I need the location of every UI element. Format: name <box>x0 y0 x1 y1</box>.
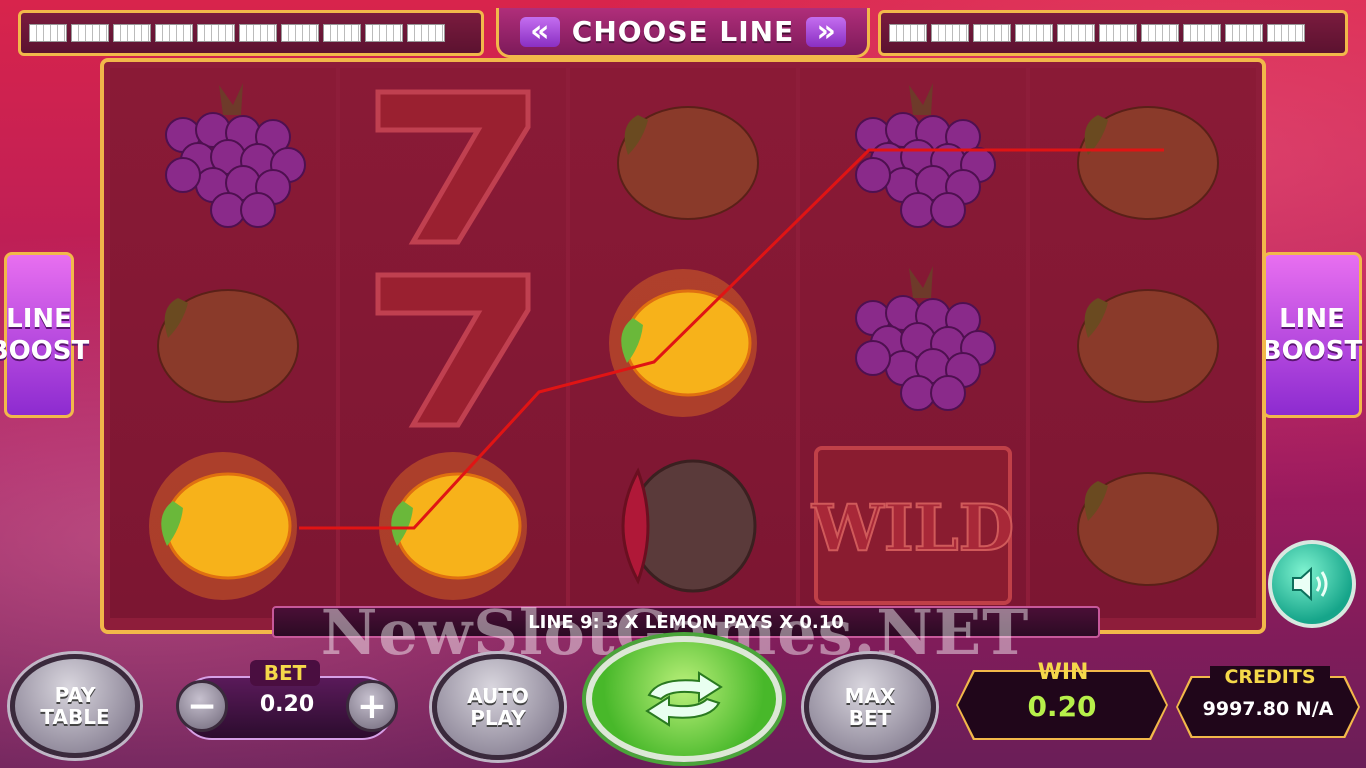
line-boost-left-line1: LINE <box>6 304 72 334</box>
symbol-lemon <box>1030 434 1256 617</box>
choose-line-title: CHOOSE LINE <box>571 15 795 48</box>
payline-indicator[interactable] <box>155 24 193 42</box>
payline-indicator[interactable] <box>407 24 445 42</box>
speaker-icon <box>1292 566 1328 602</box>
reel-1 <box>110 68 336 618</box>
payline-indicator[interactable] <box>281 24 319 42</box>
symbol-watermelon <box>570 434 796 617</box>
payline-indicator[interactable] <box>323 24 361 42</box>
symbol-seven <box>340 68 566 251</box>
paytable-button[interactable]: PAY TABLE <box>10 654 140 758</box>
bet-increase-button[interactable]: + <box>346 680 398 732</box>
payline-indicator[interactable] <box>365 24 403 42</box>
spin-button[interactable] <box>586 636 782 762</box>
line-boost-left-button[interactable]: LINE BOOST <box>0 252 89 418</box>
symbol-seven <box>340 251 566 434</box>
payline-indicator[interactable] <box>889 24 927 42</box>
line-selector-left[interactable] <box>18 10 484 56</box>
reel-5 <box>1030 68 1256 618</box>
bet-value: 0.20 <box>259 692 315 717</box>
autoplay-button[interactable]: AUTO PLAY <box>432 654 564 760</box>
symbol-lemon-glow <box>570 251 796 434</box>
reel-3 <box>570 68 796 618</box>
symbol-lemon <box>1030 251 1256 434</box>
autoplay-line1: AUTO <box>467 684 529 708</box>
symbol-grapes <box>800 68 1026 251</box>
minus-icon: − <box>186 685 218 727</box>
payline-indicator[interactable] <box>29 24 67 42</box>
autoplay-line2: PLAY <box>470 706 526 730</box>
line-boost-right-line1: LINE <box>1279 304 1345 334</box>
payline-indicator[interactable] <box>1015 24 1053 42</box>
line-boost-right-button[interactable]: LINE BOOST <box>1262 252 1362 418</box>
paytable-line1: PAY <box>54 683 96 707</box>
symbol-lemon <box>110 251 336 434</box>
paytable-line2: TABLE <box>40 705 110 729</box>
plus-icon: + <box>356 685 388 727</box>
credits-label: CREDITS <box>1210 666 1330 690</box>
payline-indicator[interactable] <box>1225 24 1263 42</box>
reel-4: WILD <box>800 68 1026 618</box>
maxbet-line1: MAX <box>844 684 896 708</box>
sound-button[interactable] <box>1268 540 1356 628</box>
reel-2 <box>340 68 566 618</box>
symbol-lemon <box>1030 68 1256 251</box>
payline-indicator[interactable] <box>973 24 1011 42</box>
payline-indicator[interactable] <box>1057 24 1095 42</box>
maxbet-line2: BET <box>848 706 892 730</box>
payline-indicator[interactable] <box>1183 24 1221 42</box>
bet-decrease-button[interactable]: − <box>176 680 228 732</box>
credits-value: 9997.80 N/A <box>1202 698 1334 720</box>
payline-indicator[interactable] <box>1141 24 1179 42</box>
spin-arrows-icon <box>645 671 723 727</box>
payline-indicator[interactable] <box>1267 24 1305 42</box>
prev-line-button[interactable]: « <box>519 16 560 47</box>
symbol-grapes <box>800 251 1026 434</box>
payline-indicator[interactable] <box>71 24 109 42</box>
payline-indicator[interactable] <box>931 24 969 42</box>
payline-indicator[interactable] <box>197 24 235 42</box>
symbol-grapes <box>110 68 336 251</box>
win-label: WIN <box>1037 660 1089 685</box>
symbol-lemon <box>570 68 796 251</box>
next-line-button[interactable]: » <box>806 16 847 47</box>
line-boost-right-line2: BOOST <box>1261 336 1363 366</box>
reel-area: WILD <box>100 58 1266 634</box>
win-value: 0.20 <box>1027 690 1097 723</box>
symbol-wild: WILD <box>800 434 1026 617</box>
payline-indicator[interactable] <box>1099 24 1137 42</box>
choose-line-bar: « CHOOSE LINE » <box>496 8 870 58</box>
line-boost-left-line2: BOOST <box>0 336 90 366</box>
line-selector-right[interactable] <box>878 10 1348 56</box>
payline-indicator[interactable] <box>113 24 151 42</box>
symbol-lemon-glow <box>340 434 566 617</box>
payline-indicator[interactable] <box>239 24 277 42</box>
maxbet-button[interactable]: MAX BET <box>804 654 936 760</box>
svg-text:WILD: WILD <box>811 491 1014 566</box>
symbol-lemon-glow <box>110 434 336 617</box>
bet-label: BET <box>250 660 320 686</box>
